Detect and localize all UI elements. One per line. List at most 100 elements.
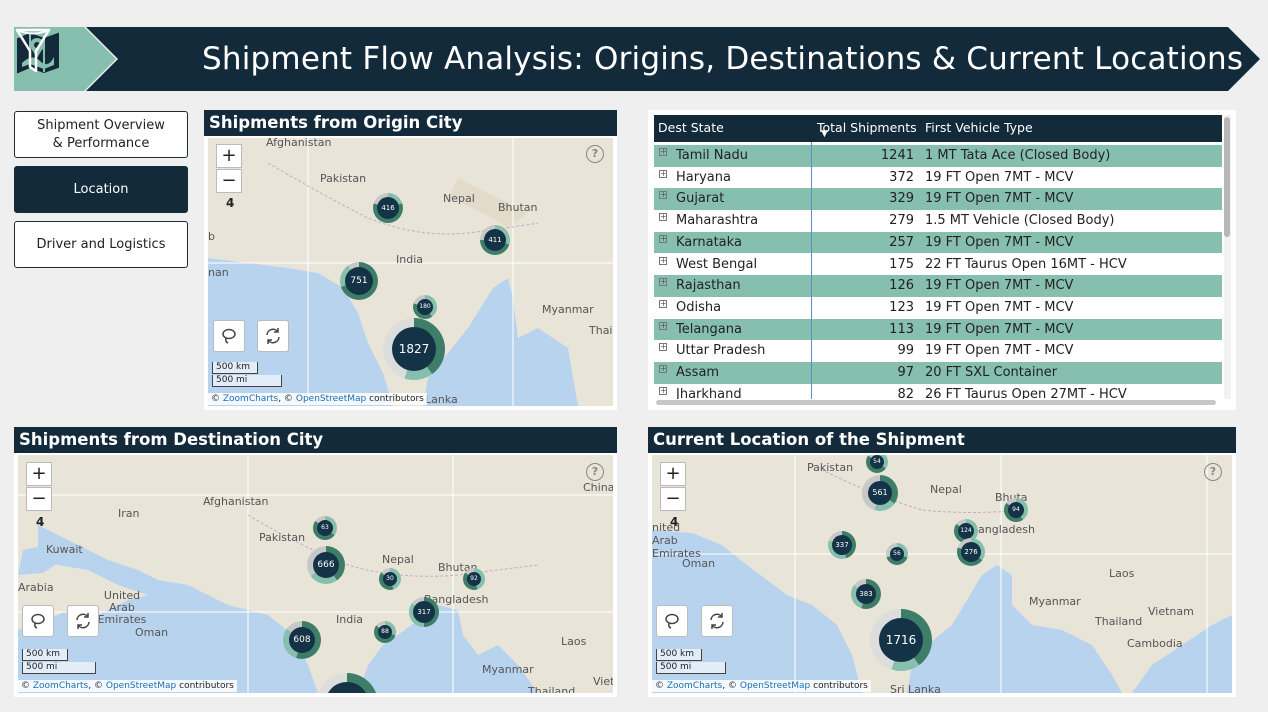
table-row[interactable]: + Karnataka 257 19 FT Open 7MT - MCV [654,231,1222,254]
cell-total-shipments: 372 [889,169,914,185]
cluster-count: 416 [377,197,399,219]
map-attribution: © ZoomCharts, © OpenStreetMap contributo… [208,393,427,405]
current-map[interactable]: Pakistan Nepal Bhuta nited Arab Emirates… [652,455,1232,693]
origin-map[interactable]: Afghanistan Pakistan Nepal Bhutan India … [208,138,613,406]
table-row[interactable]: + Tamil Nadu 1241 1 MT Tata Ace (Closed Bod… [654,145,1222,167]
cluster-core [325,682,369,693]
reset-button[interactable] [67,605,99,637]
refresh-icon [76,613,90,629]
cell-first-vehicle-type: 19 FT Open 7MT - MCV [925,299,1074,315]
map-label: Viet [593,675,613,688]
map-cluster[interactable]: 30 [379,568,401,590]
help-icon[interactable]: ? [586,145,604,163]
table-row[interactable]: + Odisha 123 19 FT Open 7MT - MCV [654,297,1222,319]
map-label: nited Arab Emirates [652,521,701,560]
expand-icon[interactable]: + [659,299,667,308]
column-header-dest-state[interactable]: Dest State [658,120,724,135]
cluster-count: 92 [467,572,481,586]
map-cluster[interactable]: 383 [851,579,881,609]
expand-icon[interactable]: + [659,278,667,287]
attrib-suffix: contributors [369,394,424,404]
column-header-first-vehicle-type[interactable]: First Vehicle Type [925,120,1033,135]
map-cluster[interactable]: 180 [413,295,437,319]
table-row[interactable]: + Assam 97 20 FT SXL Container [654,362,1222,384]
zoomcharts-link[interactable]: ZoomCharts [223,394,278,404]
map-cluster[interactable]: 751 [340,262,378,300]
map-cluster[interactable]: 411 [480,225,510,255]
map-cluster[interactable]: 416 [373,193,403,223]
map-cluster[interactable]: 276 [957,538,985,566]
cluster-count: 88 [378,625,392,639]
map-cluster[interactable]: 63 [313,516,337,540]
map-cluster[interactable]: 317 [409,597,439,627]
lasso-button[interactable] [213,320,245,352]
nav-shipment-overview-button[interactable]: Shipment Overview & Performance [14,111,188,158]
cell-dest-state: Karnataka [676,234,742,250]
filter-icon[interactable] [14,27,52,75]
zoom-out-button[interactable]: − [216,169,242,193]
osm-link[interactable]: OpenStreetMap [740,681,810,691]
map-cluster[interactable]: 1716 [870,609,932,671]
zoomcharts-link[interactable]: ZoomCharts [33,681,88,691]
reset-button[interactable] [257,320,289,352]
dest-map[interactable]: China Afghanistan Iran Pakistan Kuwait N… [18,455,613,693]
zoom-in-button[interactable]: + [216,144,242,168]
table-row[interactable]: + West Bengal 175 22 FT Taurus Open 16MT - … [654,254,1222,276]
map-cluster[interactable]: 88 [374,621,396,643]
table-row[interactable]: + Gujarat 329 19 FT Open 7MT - MCV [654,188,1222,211]
osm-link[interactable]: OpenStreetMap [296,394,366,404]
expand-icon[interactable]: + [659,169,667,178]
zoom-in-button[interactable]: + [26,462,52,486]
expand-icon[interactable]: + [659,365,667,373]
lasso-icon [665,613,679,629]
vertical-scrollbar-thumb[interactable] [1224,117,1230,237]
map-label: Lanka [425,393,458,406]
table-row[interactable]: + Uttar Pradesh 99 19 FT Open 7MT - MCV [654,340,1222,362]
map-cluster[interactable]: 561 [862,475,898,511]
table-row[interactable]: + Telangana 113 19 FT Open 7MT - MCV [654,318,1222,341]
lasso-button[interactable] [22,605,54,637]
help-icon[interactable]: ? [586,463,604,481]
table-row[interactable]: + Rajasthan 126 19 FT Open 7MT - MCV [654,275,1222,297]
map-cluster[interactable]: 56 [886,543,908,565]
lasso-button[interactable] [656,605,688,637]
zoomcharts-link[interactable]: ZoomCharts [667,681,722,691]
expand-icon[interactable]: + [659,386,667,395]
table-row[interactable]: + Maharashtra 279 1.5 MT Vehicle (Closed Bo… [654,210,1222,232]
expand-icon[interactable]: + [659,213,667,222]
horizontal-scrollbar[interactable] [656,400,1216,405]
expand-icon[interactable]: + [659,148,667,156]
map-label: Afghanistan [203,495,269,508]
zoom-in-button[interactable]: + [660,462,686,486]
reset-button[interactable] [701,605,733,637]
osm-link[interactable]: OpenStreetMap [106,681,176,691]
help-icon[interactable]: ? [1204,463,1222,481]
column-header-total-shipments[interactable]: Total Shipments [817,120,917,135]
nav-driver-logistics-button[interactable]: Driver and Logistics [14,221,188,268]
cell-total-shipments: 1241 [880,148,914,163]
cell-first-vehicle-type: 1.5 MT Vehicle (Closed Body) [925,213,1115,229]
nav-location-button[interactable]: Location [14,166,188,213]
map-cluster[interactable]: 666 [307,546,345,584]
table-row[interactable]: + Haryana 372 19 FT Open 7MT - MCV [654,167,1222,189]
map-cluster[interactable]: 337 [828,531,856,559]
attrib-mid: , © [278,394,293,404]
expand-icon[interactable]: + [659,234,667,243]
zoom-out-button[interactable]: − [26,487,52,511]
map-cluster[interactable]: 608 [283,621,321,659]
expand-icon[interactable]: + [659,321,667,330]
map-cluster[interactable]: 94 [1004,498,1028,522]
expand-icon[interactable]: + [659,191,667,200]
cell-first-vehicle-type: 26 FT Taurus Open 27MT - HCV [925,386,1127,399]
current-map-title: Current Location of the Shipment [648,427,1236,453]
expand-icon[interactable]: + [659,343,667,352]
map-label: Pakistan [259,531,306,544]
map-label: nan [208,266,229,279]
expand-icon[interactable]: + [659,256,667,265]
map-cluster[interactable]: 92 [463,568,485,590]
zoom-out-button[interactable]: − [660,487,686,511]
cell-dest-state: Haryana [676,169,731,185]
cluster-count: 383 [856,584,876,604]
table-row[interactable]: + Jharkhand 82 26 FT Taurus Open 27MT - HCV [654,384,1222,399]
map-cluster[interactable]: 1827 [383,318,445,380]
